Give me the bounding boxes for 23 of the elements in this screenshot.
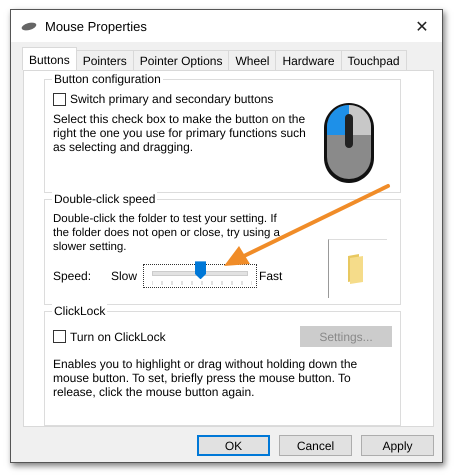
dialog-button[interactable]: OK	[197, 435, 270, 456]
group-title: Button configuration	[52, 72, 163, 86]
group-title: ClickLock	[52, 304, 108, 318]
mouse-icon	[21, 22, 37, 30]
slow-label: Slow	[111, 269, 138, 284]
slider-thumb[interactable]	[195, 261, 206, 280]
group-title: Double-click speed	[52, 192, 158, 206]
checkbox[interactable]	[53, 330, 66, 344]
speed-label: Speed:	[53, 269, 92, 284]
checkbox[interactable]	[53, 92, 66, 106]
tab[interactable]: Touchpad	[340, 50, 407, 70]
description: Select this check box to make the button on the right the one you use for primary functions such as selecting and dragging.	[53, 112, 307, 154]
dialog-button[interactable]: Cancel	[279, 435, 352, 456]
window-title: Mouse Properties	[45, 18, 148, 34]
tab[interactable]: Pointer Options	[132, 50, 230, 70]
checkbox-label[interactable]: Turn on ClickLock	[70, 330, 166, 344]
description: Enables you to highlight or drag without holding down the mouse button. To set, briefly press the mouse button. To release, click the mouse button again.	[53, 357, 358, 400]
dialog-button[interactable]: Apply	[361, 435, 434, 456]
description: Double-click the folder to test your setting. If the folder does not open or close, try using a slower setting.	[53, 212, 281, 254]
tab[interactable]: Buttons	[22, 47, 77, 70]
close-button[interactable]: ✕	[402, 10, 442, 42]
fast-label: Fast	[259, 269, 282, 284]
checkbox-label[interactable]: Switch primary and secondary buttons	[70, 92, 274, 106]
